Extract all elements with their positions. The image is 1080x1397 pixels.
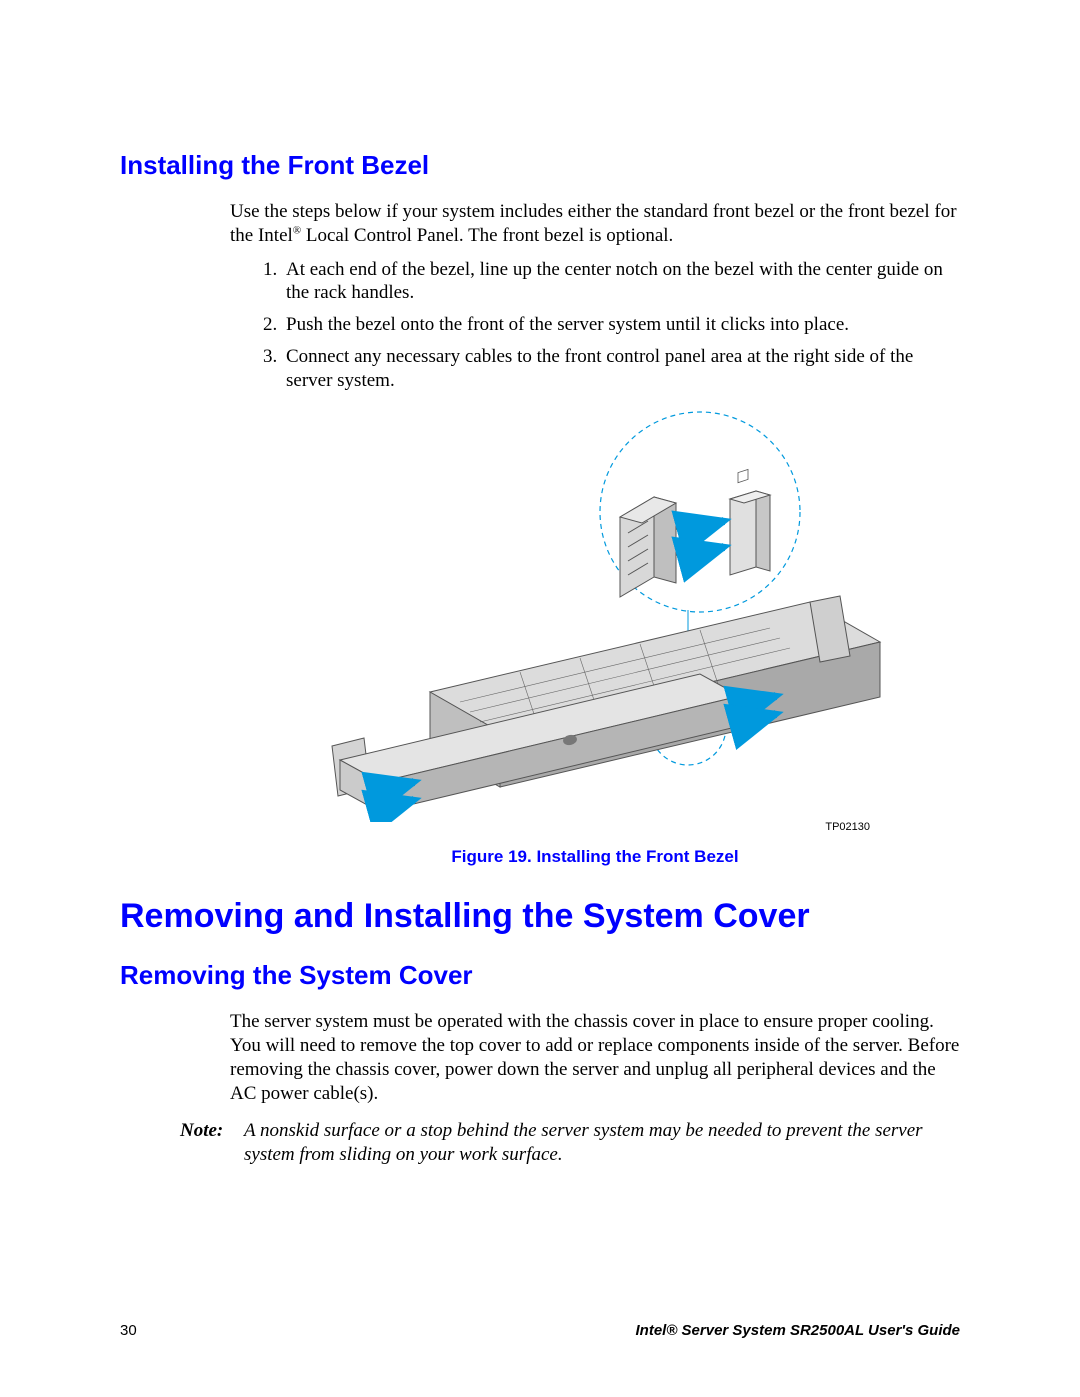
heading-removing-system-cover: Removing the System Cover bbox=[120, 960, 960, 991]
step-item: Connect any necessary cables to the fron… bbox=[282, 345, 960, 393]
step-item: Push the bezel onto the front of the ser… bbox=[282, 313, 960, 337]
note-block: Note: A nonskid surface or a stop behind… bbox=[180, 1119, 960, 1167]
figure-illustration bbox=[290, 402, 900, 827]
document-page: Installing the Front Bezel Use the steps… bbox=[0, 0, 1080, 1397]
note-text: A nonskid surface or a stop behind the s… bbox=[244, 1119, 960, 1167]
heading-system-cover: Removing and Installing the System Cover bbox=[120, 897, 960, 936]
page-footer: 30 Intel® Server System SR2500AL User's … bbox=[120, 1322, 960, 1339]
guide-title: Intel® Server System SR2500AL User's Gui… bbox=[636, 1322, 961, 1339]
step-item: At each end of the bezel, line up the ce… bbox=[282, 258, 960, 306]
heading-installing-front-bezel: Installing the Front Bezel bbox=[120, 150, 960, 181]
page-number: 30 bbox=[120, 1322, 137, 1339]
intro-paragraph-1: Use the steps below if your system inclu… bbox=[230, 200, 960, 248]
figure-container: TP02130 Figure 19. Installing the Front … bbox=[230, 402, 960, 867]
registered-mark: ® bbox=[293, 225, 301, 246]
note-label: Note: bbox=[180, 1119, 234, 1167]
intro-text-suffix: Local Control Panel. The front bezel is … bbox=[301, 225, 673, 246]
steps-list: At each end of the bezel, line up the ce… bbox=[230, 258, 960, 393]
intro-paragraph-2: The server system must be operated with … bbox=[230, 1010, 960, 1105]
figure-caption: Figure 19. Installing the Front Bezel bbox=[230, 847, 960, 867]
